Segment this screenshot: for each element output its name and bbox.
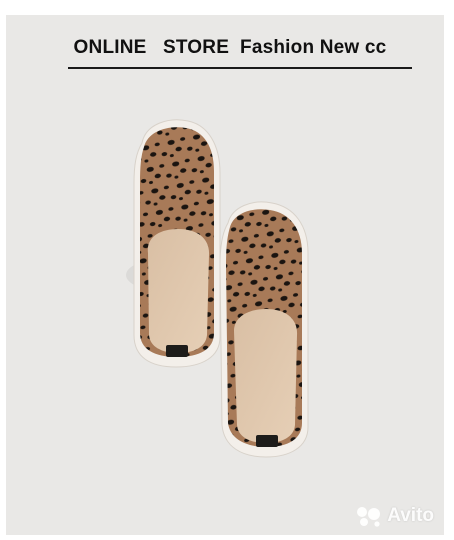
watermark-text: Avito bbox=[387, 505, 434, 526]
avito-watermark: Avito bbox=[355, 505, 434, 527]
product-card: ONLINE STORE Fashion New cc Avito bbox=[6, 15, 444, 535]
avito-logo-icon bbox=[357, 507, 381, 527]
left-shoe bbox=[126, 119, 222, 368]
product-photo bbox=[126, 119, 309, 458]
right-shoe bbox=[219, 201, 309, 458]
